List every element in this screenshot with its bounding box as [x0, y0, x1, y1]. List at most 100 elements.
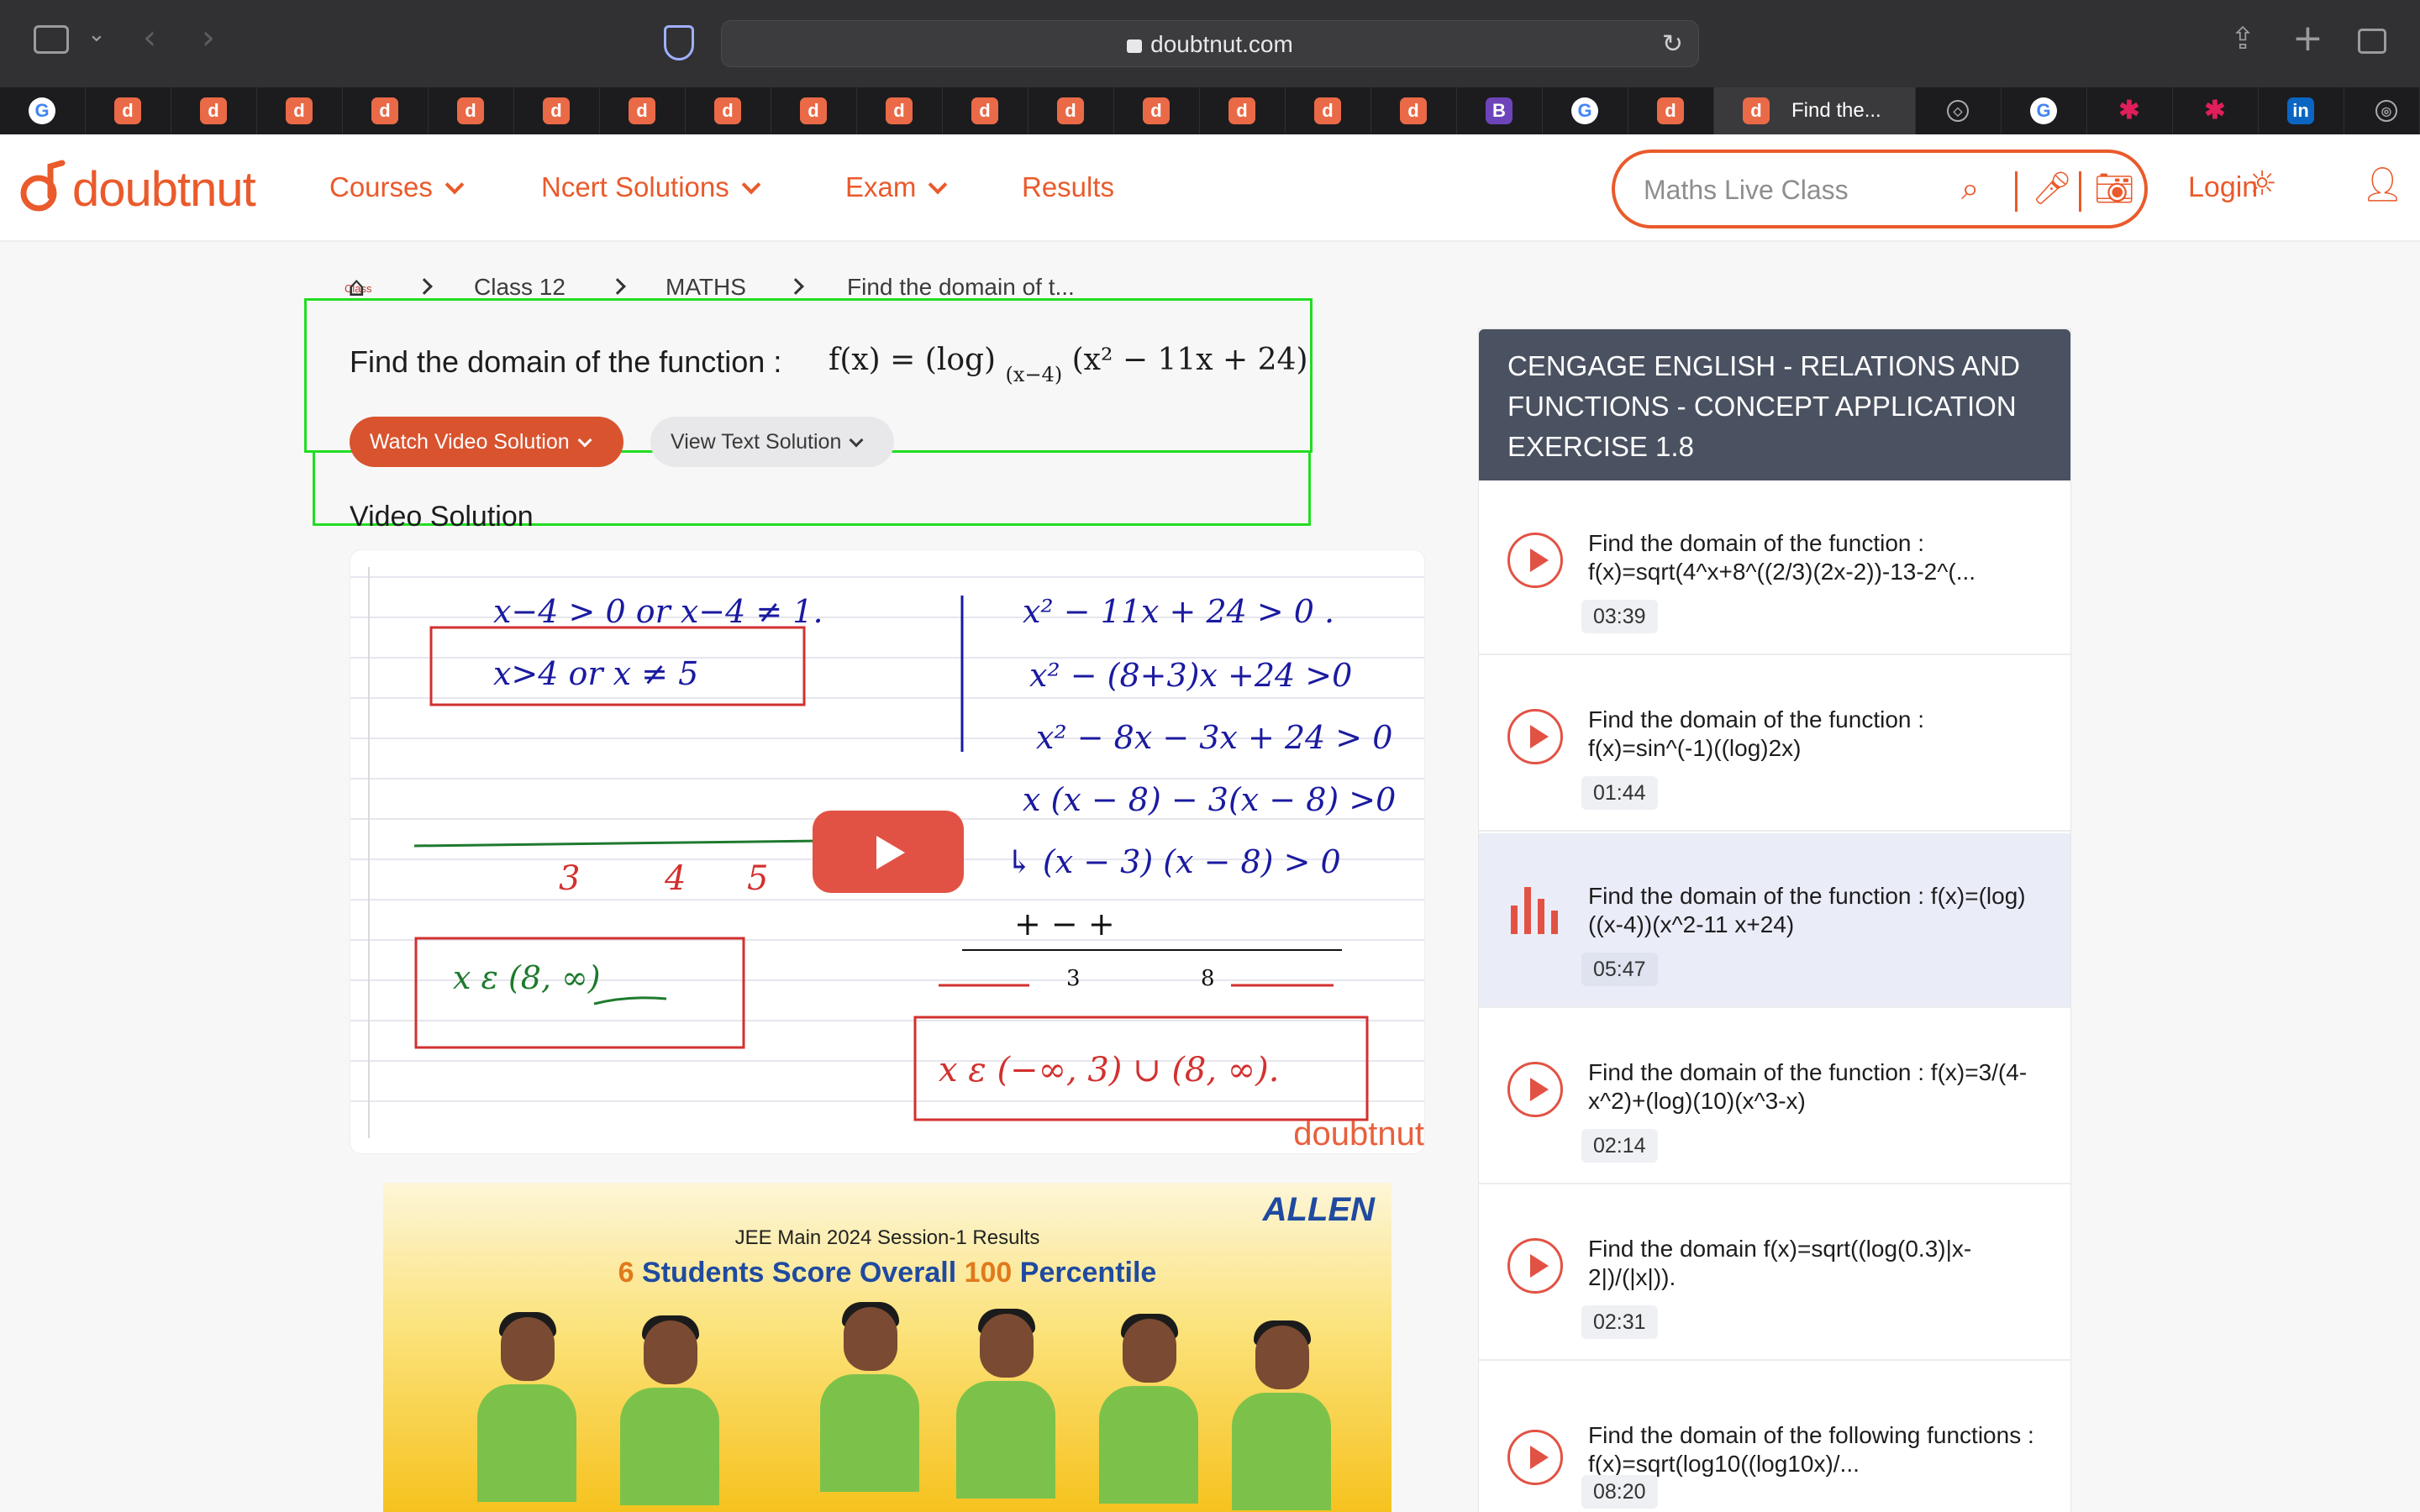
address-bar[interactable]: doubtnut.com ↻ [721, 20, 1699, 67]
privacy-shield-icon[interactable] [664, 25, 694, 60]
tab-doubtnut[interactable]: d [514, 87, 600, 134]
tab-doubtnut[interactable]: d [1114, 87, 1200, 134]
related-video-item[interactable]: Find the domain of the function : f(x)=s… [1479, 657, 2070, 832]
user-icon[interactable]: 👤︎ [2361, 165, 2404, 204]
new-tab-icon[interactable]: + [2292, 17, 2323, 60]
search-box[interactable]: Maths Live Class ⌕ 🎤︎ 📷︎ [1612, 150, 2148, 228]
tab-compass[interactable]: ◇ [1916, 87, 2002, 134]
video-player[interactable]: x−4 > 0 or x−4 ≠ 1. x>4 or x ≠ 5 x² − 11… [350, 549, 1425, 1154]
tab-slack[interactable]: ✱ [2173, 87, 2259, 134]
svg-text:x−4 > 0 or x−4 ≠ 1.: x−4 > 0 or x−4 ≠ 1. [493, 593, 823, 630]
tab-slack[interactable]: ✱ [2087, 87, 2173, 134]
breadcrumb-current: Find the domain of t... [847, 274, 1075, 300]
sidebar-toggle-icon[interactable] [34, 25, 69, 54]
tab-doubtnut[interactable]: d [257, 87, 343, 134]
chevron-down-icon [741, 175, 761, 195]
share-icon[interactable]: ⇪ [2230, 22, 2255, 56]
tab-doubtnut[interactable]: d [1200, 87, 1286, 134]
tab-google[interactable]: G [0, 87, 86, 134]
play-circle-icon[interactable] [1507, 533, 1563, 588]
nav-label: Results [1022, 171, 1115, 202]
related-video-item[interactable]: Find the domain f(x)=sqrt((log(0.3)|x-2|… [1479, 1186, 2070, 1361]
camera-icon[interactable]: 📷︎ [2094, 170, 2134, 212]
related-videos-sidebar: CENGAGE ENGLISH - RELATIONS AND FUNCTION… [1479, 329, 2070, 1512]
svg-text:3: 3 [1066, 966, 1081, 991]
nav-label: Courses [329, 171, 433, 202]
nav-ncert-solutions[interactable]: Ncert Solutions [541, 171, 761, 203]
tab-doubtnut[interactable]: d [1371, 87, 1457, 134]
tab-google[interactable]: G [1543, 87, 1628, 134]
svg-text:x² − 8x − 3x + 24 > 0: x² − 8x − 3x + 24 > 0 [1036, 719, 1392, 756]
play-circle-icon[interactable] [1507, 709, 1563, 764]
chevron-down-icon[interactable]: ⌄ [87, 22, 106, 47]
tab-doubtnut[interactable]: d [1628, 87, 1714, 134]
watch-video-solution-button[interactable]: Watch Video Solution [350, 417, 623, 467]
nav-exam[interactable]: Exam [845, 171, 948, 203]
search-input[interactable]: Maths Live Class [1644, 175, 1849, 206]
divider [2079, 171, 2081, 212]
tab-doubtnut[interactable]: d [943, 87, 1028, 134]
video-duration: 02:14 [1581, 1129, 1658, 1163]
svg-text:x (x − 8) − 3(x − 8) >0: x (x − 8) − 3(x − 8) >0 [1023, 781, 1396, 818]
related-video-item[interactable]: Find the domain of the function : f(x)=3… [1479, 1010, 2070, 1184]
ad-brand: ALLEN [1262, 1191, 1375, 1228]
tab-doubtnut[interactable]: d [600, 87, 686, 134]
tab-doubtnut[interactable]: d [686, 87, 771, 134]
tab-overview-icon[interactable] [2358, 29, 2386, 54]
tab-linkedin[interactable]: in [2259, 87, 2344, 134]
tab-doubtnut[interactable]: d [1028, 87, 1114, 134]
nav-courses[interactable]: Courses [329, 171, 465, 203]
globe-icon: ◎ [2375, 100, 2397, 122]
tab-doubtnut[interactable]: d [771, 87, 857, 134]
tab-active[interactable]: d Find the... [1714, 87, 1916, 134]
tab-google[interactable]: G [2002, 87, 2087, 134]
url-text: doubtnut.com [1150, 31, 1293, 57]
doubtnut-icon: d [114, 97, 141, 124]
related-video-item-active[interactable]: Find the domain of the function : f(x)=(… [1479, 833, 2070, 1008]
back-icon[interactable]: ‹ [143, 18, 156, 57]
slack-icon: ✱ [2204, 97, 2226, 124]
active-tab-title: Find the... [1791, 99, 1881, 122]
tab-doubtnut[interactable]: d [86, 87, 171, 134]
tab-doubtnut[interactable]: d [171, 87, 257, 134]
doubtnut-icon: d [1743, 97, 1770, 124]
advertisement-banner[interactable]: ALLEN JEE Main 2024 Session-1 Results 6 … [383, 1183, 1392, 1512]
tab-doubtnut[interactable]: d [343, 87, 429, 134]
doubtnut-icon: d [629, 97, 655, 124]
nav-results[interactable]: Results [1022, 171, 1114, 203]
view-text-solution-button[interactable]: View Text Solution [650, 417, 894, 467]
reload-icon[interactable]: ↻ [1662, 29, 1683, 59]
related-video-title: Find the domain of the function : f(x)=(… [1588, 883, 2026, 937]
ad-highlight: 6 [618, 1257, 634, 1289]
theme-toggle-icon[interactable]: ☼ [2247, 165, 2277, 203]
tab-doubtnut[interactable]: d [429, 87, 514, 134]
related-video-title: Find the domain of the function : f(x)=3… [1588, 1059, 2028, 1114]
microphone-icon[interactable]: 🎤︎ [2032, 170, 2072, 212]
play-circle-icon[interactable] [1507, 1430, 1563, 1485]
tab-doubtnut[interactable]: d [857, 87, 943, 134]
tab-bold[interactable]: B [1457, 87, 1543, 134]
breadcrumb-subject[interactable]: MATHS [666, 274, 746, 301]
breadcrumb-class[interactable]: Class 12 [474, 274, 566, 301]
divider [2015, 171, 2018, 212]
search-icon[interactable]: ⌕ [1961, 170, 1979, 212]
play-circle-icon[interactable] [1507, 1238, 1563, 1294]
related-video-item[interactable]: Find the domain of the function : f(x)=s… [1479, 480, 2070, 655]
tab-doubtnut[interactable]: d [1286, 87, 1371, 134]
doubtnut-icon: d [200, 97, 227, 124]
doubtnut-icon: d [800, 97, 827, 124]
linkedin-icon: in [2287, 97, 2314, 124]
tab-bar: G d d d d d d d d d d d d d d d d B G d … [0, 87, 2420, 134]
related-video-title: Find the domain of the function : f(x)=s… [1588, 706, 1925, 761]
forward-icon[interactable]: › [202, 18, 215, 57]
browser-toolbar: ⌄ ‹ › doubtnut.com ↻ ⇪ + [0, 0, 2420, 87]
doubtnut-icon: d [1057, 97, 1084, 124]
related-video-item[interactable]: Find the domain of the following functio… [1479, 1362, 2070, 1512]
ad-person-image [1232, 1320, 1331, 1512]
doubtnut-icon: d [1314, 97, 1341, 124]
button-label: Watch Video Solution [370, 430, 570, 454]
video-duration: 03:39 [1581, 600, 1658, 633]
video-play-button[interactable] [813, 811, 964, 893]
play-circle-icon[interactable] [1507, 1062, 1563, 1117]
tab-other[interactable]: ◎ [2344, 87, 2420, 134]
